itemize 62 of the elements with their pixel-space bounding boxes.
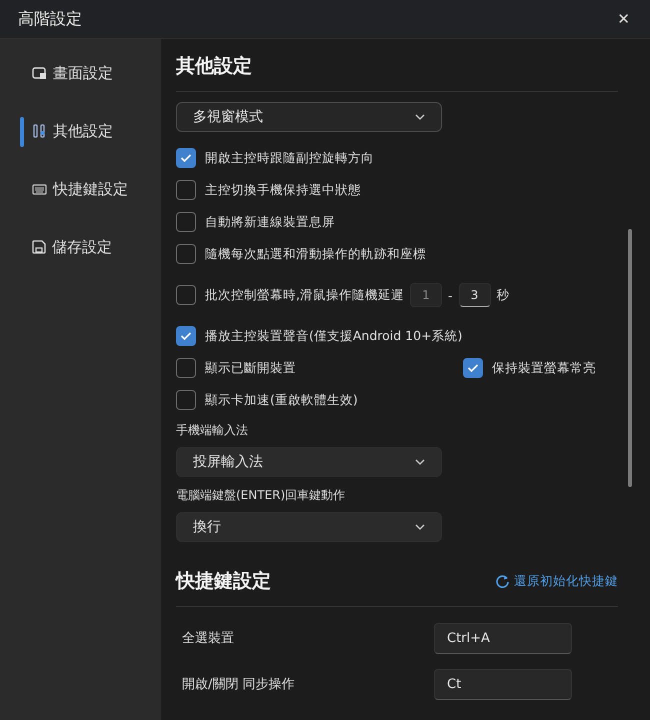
option-label: 顯示已斷開裝置 bbox=[205, 360, 296, 376]
chevron-down-icon bbox=[415, 524, 425, 530]
checkbox[interactable] bbox=[176, 244, 196, 264]
field-label: 電腦端鍵盤(ENTER)回車鍵動作 bbox=[176, 487, 346, 504]
window-title: 高階設定 bbox=[18, 8, 82, 30]
shortcut-label: 全選裝置 bbox=[182, 630, 234, 647]
checkbox[interactable] bbox=[176, 390, 196, 410]
save-icon bbox=[32, 240, 46, 254]
option-label: 顯示卡加速(重啟軟體生效) bbox=[205, 392, 358, 408]
checkbox[interactable] bbox=[176, 148, 196, 168]
option-label: 播放主控裝置聲音(僅支援Android 10+系統) bbox=[205, 328, 462, 344]
option-label: 批次控制螢幕時,滑鼠操作隨機延遲 bbox=[205, 286, 404, 304]
section-title: 快捷鍵設定 bbox=[176, 569, 271, 594]
mode-dropdown[interactable]: 多視窗模式 bbox=[176, 102, 442, 132]
sidebar-item[interactable]: 其他設定 bbox=[20, 111, 161, 151]
check-icon bbox=[180, 153, 192, 163]
option-label: 保持裝置螢幕常亮 bbox=[492, 360, 596, 376]
unit-label: 秒 bbox=[496, 286, 510, 304]
checkbox[interactable] bbox=[176, 358, 196, 378]
checkbox-option[interactable]: 批次控制螢幕時,滑鼠操作隨機延遲 bbox=[176, 285, 404, 305]
sliders-icon bbox=[32, 124, 47, 138]
checkbox-option[interactable]: 顯示卡加速(重啟軟體生效) bbox=[176, 390, 358, 410]
field-label: 手機端輸入法 bbox=[176, 422, 249, 439]
number-field[interactable]: 3 bbox=[458, 283, 490, 307]
option-label: 主控切換手機保持選中狀態 bbox=[205, 182, 361, 198]
checkbox-option[interactable]: 開啟主控時跟隨副控旋轉方向 bbox=[176, 148, 374, 168]
checkbox-option[interactable]: 主控切換手機保持選中狀態 bbox=[176, 180, 361, 200]
checkbox-option[interactable]: 顯示已斷開裝置 bbox=[176, 358, 296, 378]
option-label: 開啟主控時跟隨副控旋轉方向 bbox=[205, 150, 374, 166]
checkbox[interactable] bbox=[176, 285, 196, 305]
sidebar-item[interactable]: 快捷鍵設定 bbox=[20, 169, 161, 209]
number-field[interactable]: 1 bbox=[410, 283, 442, 307]
close-button[interactable]: ✕ bbox=[615, 10, 632, 28]
separator-text: - bbox=[448, 288, 452, 302]
checkbox-option[interactable]: 保持裝置螢幕常亮 bbox=[463, 358, 596, 378]
scrollbar[interactable] bbox=[628, 229, 632, 487]
refresh-icon bbox=[495, 574, 510, 588]
dropdown[interactable]: 換行 bbox=[176, 512, 442, 542]
reset-link[interactable]: 還原初始化快捷鍵 bbox=[495, 572, 618, 590]
chevron-down-icon bbox=[415, 114, 425, 120]
option-label: 隨機每次點選和滑動操作的軌跡和座標 bbox=[205, 246, 426, 262]
shortcut-label: 開啟/關閉 同步操作 bbox=[182, 676, 295, 693]
sidebar-item[interactable]: 儲存設定 bbox=[20, 227, 161, 267]
checkbox-option[interactable]: 隨機每次點選和滑動操作的軌跡和座標 bbox=[176, 244, 426, 264]
checkbox[interactable] bbox=[176, 326, 196, 346]
checkbox[interactable] bbox=[463, 358, 483, 378]
section-title: 其他設定 bbox=[176, 54, 253, 79]
checkbox-option[interactable]: 自動將新連線裝置息屏 bbox=[176, 212, 335, 232]
checkbox[interactable] bbox=[176, 180, 196, 200]
shortcut-field[interactable]: Ctrl+A bbox=[434, 622, 572, 654]
screen-icon bbox=[32, 66, 47, 80]
shortcut-field[interactable]: Ct bbox=[434, 668, 572, 700]
sidebar-item[interactable]: 畫面設定 bbox=[20, 53, 161, 93]
option-label: 自動將新連線裝置息屏 bbox=[205, 214, 335, 230]
selection-bar bbox=[20, 117, 24, 147]
checkbox[interactable] bbox=[176, 212, 196, 232]
keyboard-icon bbox=[32, 184, 47, 194]
dropdown[interactable]: 投屏輸入法 bbox=[176, 447, 442, 477]
check-icon bbox=[180, 331, 192, 341]
chevron-down-icon bbox=[415, 459, 425, 465]
checkbox-option[interactable]: 播放主控裝置聲音(僅支援Android 10+系統) bbox=[176, 326, 462, 346]
check-icon bbox=[467, 363, 479, 373]
